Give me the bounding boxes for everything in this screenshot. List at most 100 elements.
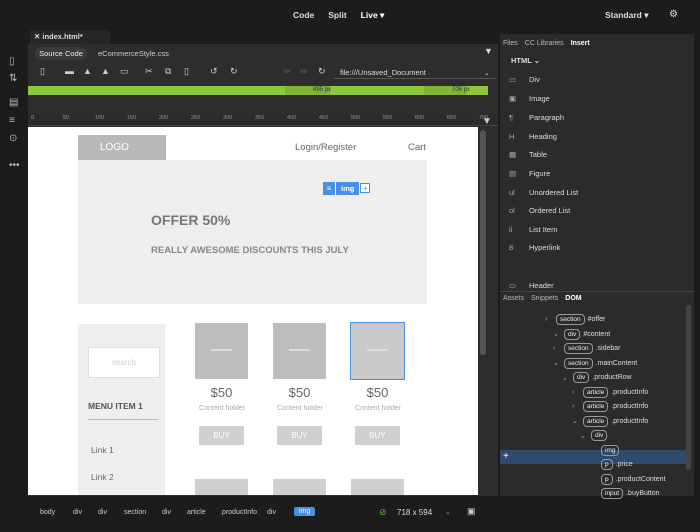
- product-image[interactable]: [273, 479, 326, 495]
- breadcrumb-item[interactable]: section: [124, 509, 146, 516]
- insert-item[interactable]: 8 Hyperlink: [509, 243, 560, 252]
- insert-item[interactable]: H Heading: [509, 132, 557, 141]
- dom-selector[interactable]: .mainContent: [596, 360, 638, 367]
- dom-node[interactable]: ⌄ div #content: [553, 328, 610, 340]
- related-file[interactable]: eCommerceStyle.css: [98, 49, 169, 58]
- filter-icon[interactable]: ▼: [484, 46, 493, 56]
- menu-item[interactable]: MENU ITEM 1: [88, 401, 143, 411]
- dom-node[interactable]: input .buyButton: [590, 488, 660, 499]
- chevron-right-icon[interactable]: ›: [545, 316, 553, 323]
- dom-tag[interactable]: section: [556, 314, 585, 325]
- print-icon[interactable]: ▭: [120, 66, 129, 77]
- dom-selector[interactable]: .productInfo: [611, 389, 648, 396]
- dom-selector[interactable]: #offer: [588, 316, 606, 323]
- dom-node[interactable]: › article .productInfo: [572, 386, 648, 398]
- dom-selector[interactable]: .productRow: [592, 374, 631, 381]
- buy-button[interactable]: BUY: [355, 426, 400, 445]
- insert-item[interactable]: ▦ Table: [509, 150, 547, 159]
- dom-tag[interactable]: div: [564, 328, 581, 340]
- back-icon[interactable]: ⇦: [283, 66, 291, 77]
- gear-icon[interactable]: ⚙: [669, 9, 678, 20]
- insert-item[interactable]: ol Ordered List: [509, 206, 570, 215]
- dom-node[interactable]: › article .productInfo: [572, 401, 648, 412]
- dom-tag[interactable]: p: [601, 473, 613, 485]
- product-image[interactable]: [273, 323, 326, 379]
- link-2[interactable]: Link 2: [91, 472, 114, 482]
- product-image[interactable]: [195, 323, 248, 379]
- dom-tag[interactable]: article: [583, 415, 609, 427]
- login-register-link[interactable]: Login/Register: [295, 142, 356, 153]
- dom-node[interactable]: ⌄ section .mainContent: [553, 357, 638, 369]
- insert-item[interactable]: ▤ Figure: [509, 169, 550, 178]
- refresh-icon[interactable]: ↻: [318, 66, 326, 77]
- dom-tag[interactable]: div: [573, 372, 590, 383]
- preview-icon[interactable]: ▣: [467, 506, 476, 517]
- file-icon[interactable]: ▯: [9, 56, 15, 67]
- product-image[interactable]: [195, 479, 248, 495]
- search-input[interactable]: search: [88, 347, 160, 378]
- live-mode-button[interactable]: Live ▾: [361, 10, 385, 21]
- resize-handle-icon[interactable]: ▼: [482, 116, 492, 127]
- dom-node[interactable]: › section .sidebar: [553, 343, 621, 354]
- chevron-down-icon[interactable]: ⌄: [553, 330, 561, 338]
- add-icon[interactable]: +: [360, 183, 371, 193]
- chevron-down-icon[interactable]: ⌄: [445, 508, 451, 516]
- code-mode-button[interactable]: Code: [293, 10, 314, 21]
- undo-icon[interactable]: ↺: [210, 66, 218, 77]
- dom-scrollbar[interactable]: [686, 305, 691, 470]
- sort-icon[interactable]: ⇅: [9, 73, 17, 84]
- dom-node[interactable]: ⌄ div .productRow: [562, 372, 632, 383]
- insert-item[interactable]: ▣ Image: [509, 94, 550, 103]
- dom-node[interactable]: img: [590, 444, 622, 456]
- insert-item[interactable]: ▭ Header: [509, 281, 554, 290]
- tab-dom[interactable]: DOM: [565, 295, 581, 302]
- chevron-right-icon[interactable]: ›: [572, 403, 580, 410]
- dom-selector[interactable]: .price: [616, 461, 633, 468]
- dom-selector[interactable]: .productInfo: [611, 403, 648, 410]
- buy-button[interactable]: BUY: [277, 426, 322, 445]
- chevron-down-icon[interactable]: ⌄: [562, 374, 570, 382]
- tab-assets[interactable]: Assets: [503, 295, 524, 302]
- insert-item[interactable]: ul Unordered List: [509, 188, 578, 197]
- chevron-down-icon[interactable]: ⌄: [580, 432, 588, 440]
- address-text[interactable]: file:///Unsaved_Document: [340, 68, 426, 77]
- logo[interactable]: LOGO: [78, 135, 166, 160]
- cart-link[interactable]: Cart: [408, 142, 426, 153]
- forward-icon[interactable]: ⇨: [300, 66, 308, 77]
- dom-node[interactable]: p .productContent: [590, 473, 665, 485]
- chevron-right-icon[interactable]: ›: [572, 389, 580, 396]
- product-image-selected[interactable]: [350, 322, 405, 380]
- menu-icon[interactable]: ≡: [323, 182, 336, 195]
- breadcrumb-item[interactable]: article: [187, 509, 206, 516]
- document-tab[interactable]: ✕ index.html*: [30, 30, 110, 44]
- dom-selector[interactable]: .sidebar: [596, 345, 621, 352]
- split-mode-button[interactable]: Split: [328, 10, 346, 21]
- format-icon[interactable]: ≡: [9, 115, 15, 126]
- tab-snippets[interactable]: Snippets: [531, 295, 558, 302]
- breadcrumb-item[interactable]: div: [98, 509, 107, 516]
- product-image[interactable]: [351, 479, 404, 495]
- open-icon[interactable]: ▬: [65, 66, 74, 76]
- offer-section[interactable]: [78, 160, 427, 304]
- tab-insert[interactable]: Insert: [571, 40, 590, 47]
- insert-item[interactable]: ¶ Paragraph: [509, 113, 564, 122]
- breadcrumb-item[interactable]: div: [267, 509, 276, 516]
- breadcrumb-item[interactable]: img: [294, 507, 316, 516]
- chevron-down-icon[interactable]: ⌄: [572, 417, 580, 425]
- scrollbar-thumb[interactable]: [480, 130, 486, 355]
- insert-item[interactable]: li List Item: [509, 225, 557, 234]
- tab-files[interactable]: Files: [503, 40, 518, 47]
- chevron-down-icon[interactable]: ⌄: [484, 69, 490, 77]
- dom-node[interactable]: › section #offer: [545, 314, 605, 325]
- breadcrumb-item[interactable]: body: [40, 509, 55, 516]
- insert-item[interactable]: ▭ Div: [509, 75, 540, 84]
- breadcrumb-item[interactable]: div: [73, 509, 82, 516]
- redo-icon[interactable]: ↻: [230, 66, 238, 77]
- dom-node[interactable]: p .price: [590, 459, 633, 470]
- dom-selector[interactable]: .productInfo: [611, 418, 648, 425]
- dom-selector[interactable]: #content: [583, 331, 610, 338]
- save-all-icon[interactable]: ▲: [101, 66, 110, 76]
- buy-button[interactable]: BUY: [199, 426, 244, 445]
- dom-tag[interactable]: section: [564, 357, 593, 369]
- link-1[interactable]: Link 1: [91, 445, 114, 455]
